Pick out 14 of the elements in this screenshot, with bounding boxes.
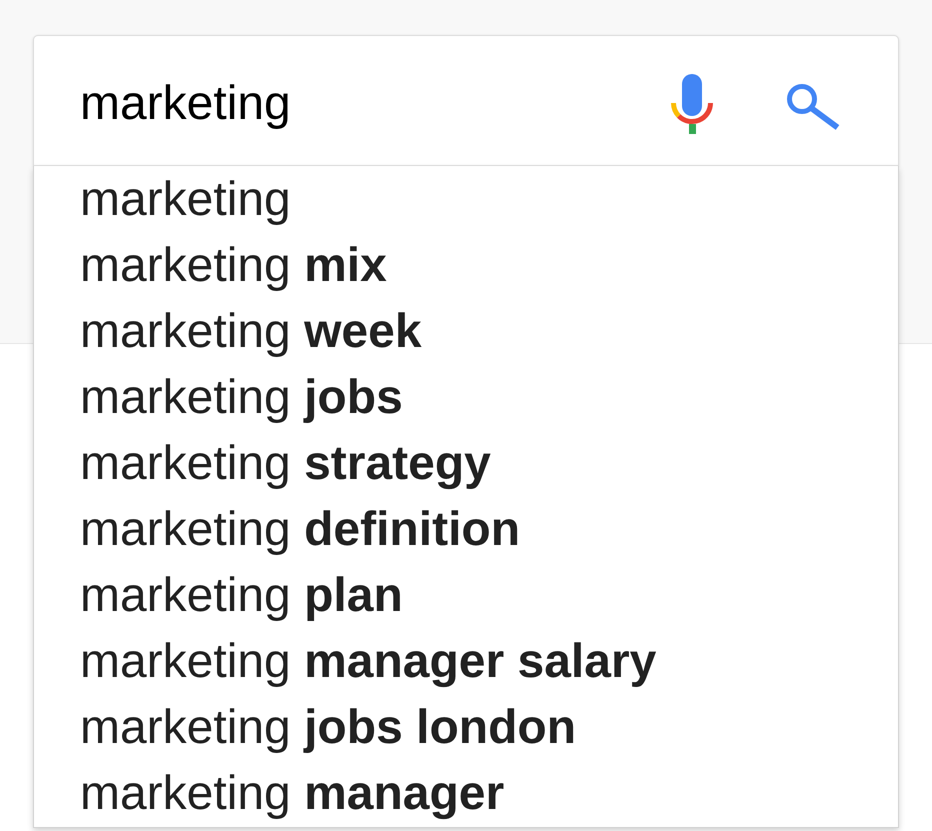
suggestion-item[interactable]: marketing week: [34, 299, 898, 365]
suggestion-item[interactable]: marketing definition: [34, 497, 898, 563]
suggestion-item[interactable]: marketing jobs london: [34, 695, 898, 761]
microphone-icon[interactable]: [671, 74, 713, 134]
suggestion-item[interactable]: marketing manager: [34, 761, 898, 827]
search-field[interactable]: marketing: [33, 35, 899, 166]
suggestion-item[interactable]: marketing plan: [34, 563, 898, 629]
suggestion-item[interactable]: marketing mix: [34, 233, 898, 299]
search-input[interactable]: marketing: [80, 76, 671, 132]
suggestion-item[interactable]: marketing manager salary: [34, 629, 898, 695]
suggestion-item[interactable]: marketing jobs: [34, 365, 898, 431]
suggestion-item[interactable]: marketing strategy: [34, 431, 898, 497]
search-icon[interactable]: [787, 84, 840, 130]
suggestion-item[interactable]: marketing: [34, 167, 898, 233]
